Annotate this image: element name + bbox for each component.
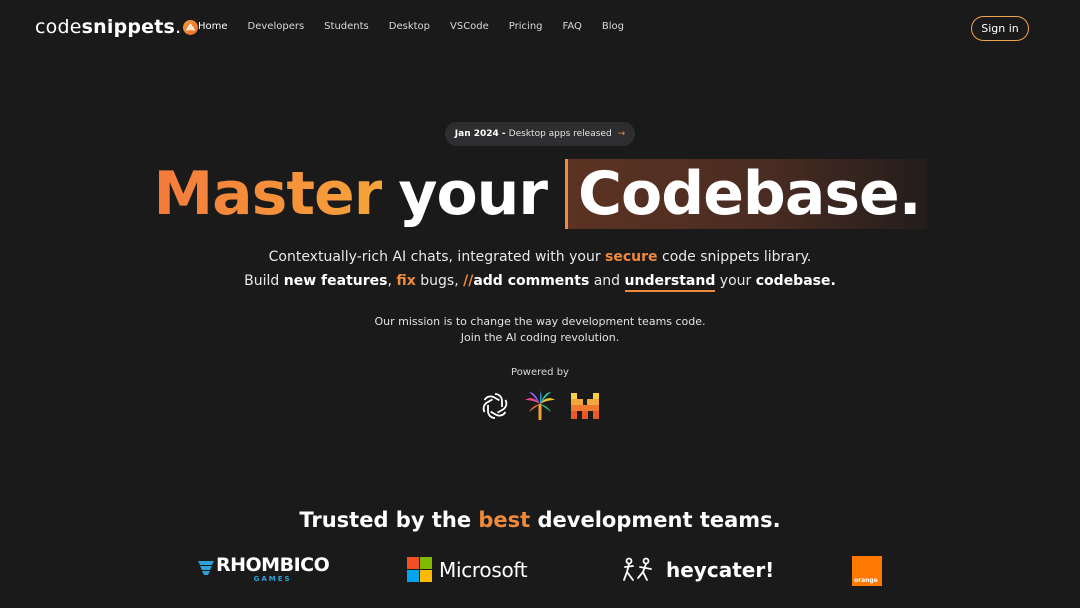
mission-line-2: Join the AI coding revolution.: [460, 331, 620, 344]
company-logos: RHOMBICO GAMES Microsoft heycater! orang…: [0, 550, 1080, 590]
palm-tree-icon: [523, 389, 557, 423]
mission-line-1: Our mission is to change the way develop…: [374, 315, 706, 328]
sign-in-button[interactable]: Sign in: [971, 16, 1029, 41]
trusted-heading: Trusted by the best development teams.: [299, 508, 781, 532]
headline-your: your: [398, 159, 548, 229]
rhombico-sub: GAMES: [253, 575, 292, 583]
nav-item-home[interactable]: Home: [198, 21, 228, 32]
nav-item-pricing[interactable]: Pricing: [509, 21, 543, 32]
nav-item-vscode[interactable]: VSCode: [450, 21, 489, 32]
nav-item-students[interactable]: Students: [324, 21, 369, 32]
powered-by-icons: [478, 389, 613, 423]
mistral-icon: [568, 389, 602, 423]
heycater-figure-icon: [623, 557, 652, 581]
openai-icon: [478, 389, 512, 423]
microsoft-name: Microsoft: [439, 557, 528, 582]
headline-codebase: Codebase.: [564, 159, 927, 229]
nav-item-desktop[interactable]: Desktop: [389, 21, 430, 32]
arrow-right-icon: →: [617, 129, 626, 139]
subtitle-line-1: Contextually-rich AI chats, integrated w…: [268, 249, 812, 265]
brand-logo[interactable]: codesnippets.: [35, 16, 199, 38]
orange-logo: orange: [852, 556, 882, 586]
nav-item-faq[interactable]: FAQ: [563, 21, 582, 32]
rhombico-name: RHOMBICO: [216, 554, 330, 576]
announcement-text: Desktop apps released: [508, 129, 612, 139]
subtitle-line-2: Build new features, fix bugs, //add comm…: [0, 273, 1080, 292]
announcement-pill[interactable]: Jan 2024 - Desktop apps released →: [445, 122, 635, 146]
nav-item-developers[interactable]: Developers: [248, 21, 305, 32]
brand-badge-icon: [183, 20, 199, 35]
orange-name: orange: [854, 577, 878, 584]
heycater-logo: heycater!: [622, 556, 774, 584]
brand-name: codesnippets.: [35, 16, 182, 38]
powered-by-label: Powered by: [511, 367, 569, 378]
heycater-name: heycater!: [666, 558, 775, 582]
microsoft-logo: Microsoft: [407, 557, 528, 582]
hero-headline: Master your Codebase.: [0, 158, 1080, 230]
rhombico-logo: RHOMBICO GAMES: [197, 554, 330, 583]
microsoft-squares-icon: [407, 557, 432, 582]
nav-item-blog[interactable]: Blog: [602, 21, 624, 32]
rhombico-wing-icon: [198, 561, 214, 575]
headline-master: Master: [153, 159, 383, 229]
top-nav: codesnippets. Home Developers Students D…: [0, 0, 1080, 56]
announcement-date: Jan 2024 -: [454, 129, 506, 139]
nav-links: Home Developers Students Desktop VSCode …: [198, 21, 644, 32]
